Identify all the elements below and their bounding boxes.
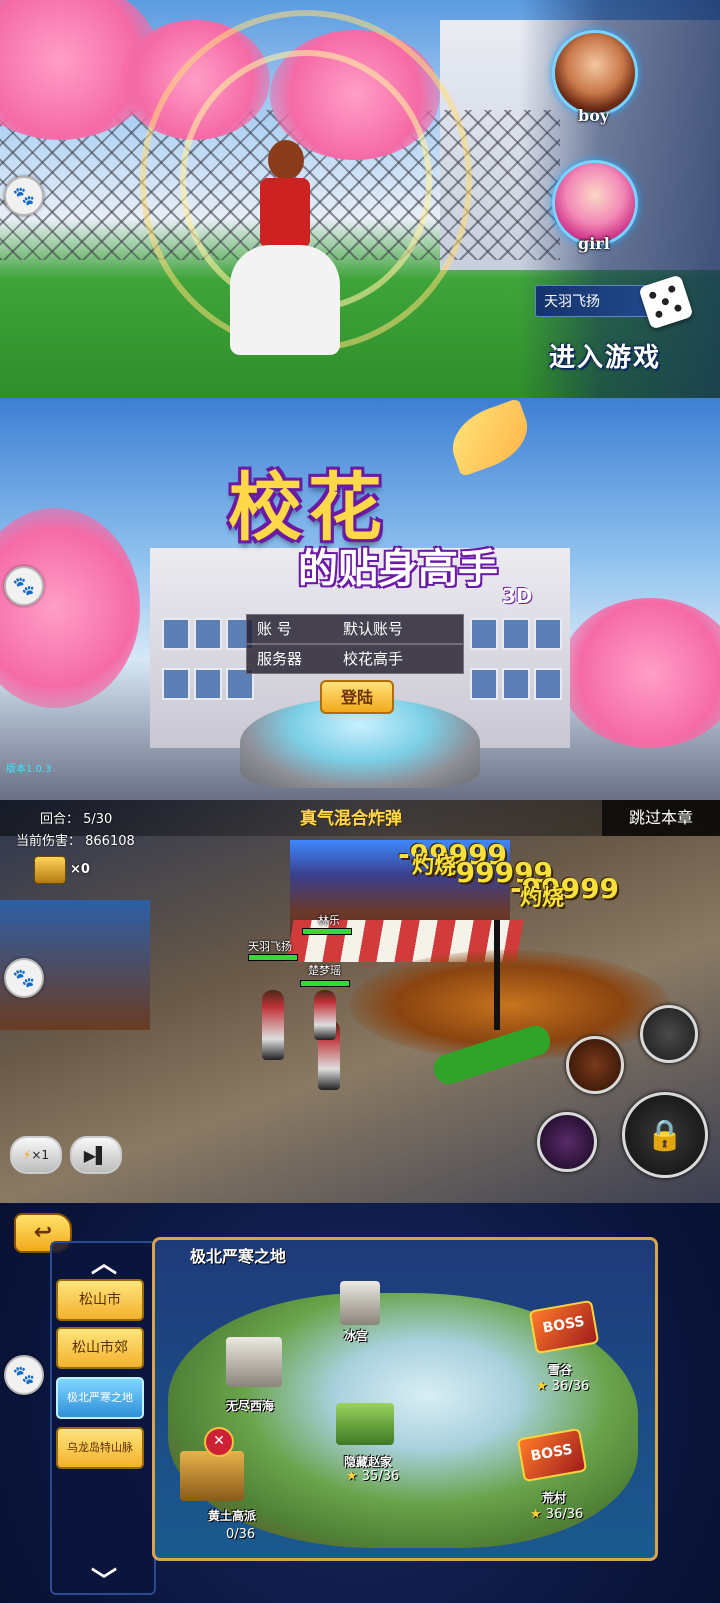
player-character	[220, 140, 350, 370]
server-label: 服务器	[257, 650, 303, 668]
skill-button-2[interactable]	[566, 1036, 624, 1094]
cherry-blossom-tree	[560, 598, 720, 748]
hero-hp-bar	[248, 954, 298, 961]
skill-name: 真气混合炸弹	[300, 809, 402, 829]
treasure-chest-icon	[34, 856, 66, 884]
du-paw-icon[interactable]: 🐾	[4, 176, 44, 216]
boy-label: boy	[578, 106, 610, 125]
enter-game-button[interactable]: 进入游戏	[540, 338, 670, 378]
hero-character	[314, 990, 336, 1040]
server-value: 校花高手	[343, 650, 404, 668]
star-count: 36/36	[551, 1379, 590, 1394]
du-paw-icon[interactable]: 🐾	[4, 958, 44, 998]
lock-icon[interactable]: 🔒	[622, 1092, 708, 1178]
star-icon: ★	[536, 1379, 548, 1394]
speed-toggle[interactable]: ⚡ ×1	[10, 1136, 62, 1174]
version-text: 版本1.0.3	[6, 764, 52, 775]
burn-label: 灼烧	[520, 886, 565, 911]
region-item[interactable]: 松山市郊	[56, 1327, 144, 1369]
girl-label: girl	[578, 234, 610, 253]
server-row[interactable]: 服务器 校花高手	[246, 644, 464, 674]
location-label: 无尽西海	[226, 1399, 275, 1413]
skill-button-1[interactable]	[640, 1005, 698, 1063]
location-label: 隐藏赵家	[344, 1455, 393, 1469]
du-paw-icon[interactable]: 🐾	[4, 1355, 44, 1395]
region-item[interactable]: 乌龙岛特山脉	[56, 1427, 144, 1469]
hero-character	[262, 990, 284, 1060]
star-rating: ★ 36/36	[530, 1507, 583, 1522]
du-paw-icon[interactable]: 🐾	[4, 566, 44, 606]
location-label: 黄土高派	[208, 1509, 257, 1523]
skip-chapter-button[interactable]: 跳过本章	[602, 800, 720, 836]
hero-name: 天羽飞扬	[248, 940, 292, 953]
account-label: 账 号	[257, 620, 292, 638]
hero-hp-bar	[302, 928, 352, 935]
game-logo-3d: 3D	[502, 584, 533, 608]
hero-hp-bar	[300, 980, 350, 987]
hidden-zhao-building[interactable]	[336, 1403, 394, 1445]
battle-panel: 真气混合炸弹 跳过本章 回合： 5/30 当前伤害： 866108 ×0 -99…	[0, 800, 720, 1203]
star-count: 36/36	[545, 1507, 584, 1522]
lightning-icon: ⚡	[22, 1148, 32, 1162]
game-logo-subtitle: 的贴身高手	[298, 546, 498, 592]
region-list: ︿ 松山市 松山市郊 极北严寒之地 乌龙岛特山脉 ﹀	[50, 1241, 156, 1598]
character-select-panel: boy girl 天羽飞扬 进入游戏 🐾	[0, 0, 720, 398]
cherry-blossom-tree	[0, 508, 140, 708]
location-label: 雪谷	[548, 1363, 573, 1377]
street-lamp	[494, 920, 500, 1030]
region-item-active[interactable]: 极北严寒之地	[56, 1377, 144, 1419]
chevron-down-icon[interactable]: ﹀	[88, 1561, 120, 1598]
logo-wing-icon	[443, 398, 537, 478]
location-label: 冰宫	[344, 1329, 369, 1343]
hero-name: 林乐	[318, 914, 340, 927]
play-pause-icon[interactable]: ▶▌	[70, 1136, 122, 1174]
account-row[interactable]: 账 号 默认账号	[246, 614, 464, 644]
current-damage: 当前伤害： 866108	[16, 834, 135, 849]
star-count: 0/36	[226, 1527, 256, 1542]
speed-label: ×1	[31, 1148, 50, 1162]
star-icon: ★	[346, 1469, 358, 1484]
hero-name: 楚梦瑶	[308, 964, 341, 977]
ice-palace-building[interactable]	[340, 1281, 380, 1325]
map-title: 极北严寒之地	[190, 1247, 287, 1266]
endless-sea-building[interactable]	[226, 1337, 282, 1387]
skill-button-3[interactable]	[537, 1112, 597, 1172]
login-panel: 校花 的贴身高手 3D 账 号 默认账号 服务器 校花高手 登陆 版本1.0.3…	[0, 398, 720, 800]
star-icon: ★	[530, 1507, 542, 1522]
login-button[interactable]: 登陆	[320, 680, 394, 714]
huangtu-building[interactable]	[180, 1451, 244, 1501]
round-counter: 回合： 5/30	[40, 812, 113, 827]
chevron-up-icon[interactable]: ︿	[88, 1243, 120, 1280]
lock-icon: ✕	[204, 1427, 234, 1457]
character-name-field[interactable]: 天羽飞扬	[535, 285, 653, 317]
world-map-panel: ↩ ︿ 松山市 松山市郊 极北严寒之地 乌龙岛特山脉 ﹀ 极北严寒之地 冰宫 无…	[0, 1203, 720, 1603]
region-item[interactable]: 松山市	[56, 1279, 144, 1321]
location-label: 荒村	[542, 1491, 567, 1505]
star-count: 35/36	[361, 1469, 400, 1484]
boy-avatar[interactable]	[552, 30, 638, 116]
chest-count: ×0	[70, 862, 90, 877]
star-rating: ★ 35/36	[346, 1469, 399, 1484]
account-value: 默认账号	[343, 620, 404, 638]
burn-label: 灼烧	[412, 854, 457, 879]
star-rating: ★ 36/36	[536, 1379, 589, 1394]
